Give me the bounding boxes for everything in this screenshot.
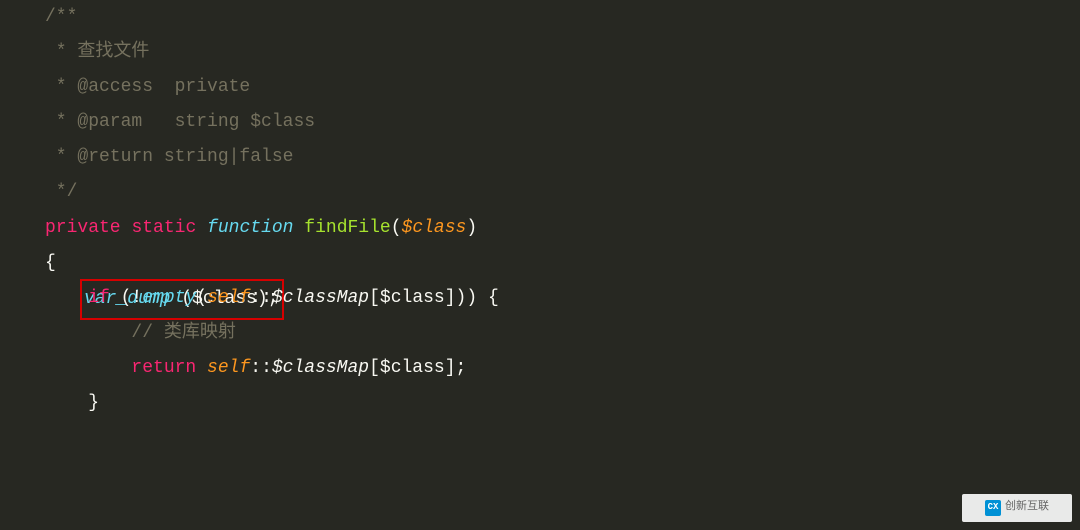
keyword-self: self	[207, 358, 250, 378]
comment-text: * @param string $class	[45, 112, 315, 132]
function-name: findFile	[304, 218, 390, 238]
keyword-if: if	[88, 288, 110, 308]
code-line: * @return string|false	[0, 140, 1080, 175]
comment-text: // 类库映射	[131, 323, 235, 343]
variable: $class	[380, 358, 445, 378]
comment-text: 查找文件	[77, 42, 149, 62]
brace: {	[45, 253, 56, 273]
brace: }	[88, 393, 99, 413]
code-editor[interactable]: /** * 查找文件 * @access private * @param st…	[0, 0, 1080, 421]
watermark-icon: CX	[985, 500, 1001, 516]
parameter: $class	[402, 218, 467, 238]
code-line: * @param string $class	[0, 105, 1080, 140]
comment-text: *	[45, 42, 77, 62]
property: $classMap	[272, 358, 369, 378]
code-line: */	[0, 175, 1080, 210]
code-line: /**	[0, 0, 1080, 35]
keyword-private: private	[45, 218, 121, 238]
code-line: if (!empty(self::$classMap[$class])) {	[0, 281, 1080, 316]
keyword-static: static	[131, 218, 196, 238]
code-line: * 查找文件	[0, 35, 1080, 70]
comment-text: * @access private	[45, 77, 250, 97]
code-line: private static function findFile($class)	[0, 211, 1080, 246]
function-call: empty	[142, 288, 196, 308]
code-line: }	[0, 386, 1080, 421]
keyword-function: function	[207, 218, 293, 238]
comment-text: * @return string|false	[45, 147, 293, 167]
watermark: CX 创新互联	[962, 494, 1072, 522]
watermark-text: 创新互联	[1005, 497, 1049, 518]
code-line: return self::$classMap[$class];	[0, 351, 1080, 386]
code-line: // 类库映射	[0, 316, 1080, 351]
keyword-return: return	[131, 358, 196, 378]
code-line: * @access private	[0, 70, 1080, 105]
keyword-self: self	[207, 288, 250, 308]
variable: $class	[380, 288, 445, 308]
property: $classMap	[272, 288, 369, 308]
comment-text: */	[45, 182, 77, 202]
code-line: {	[0, 246, 1080, 281]
comment-text: /**	[45, 7, 77, 27]
